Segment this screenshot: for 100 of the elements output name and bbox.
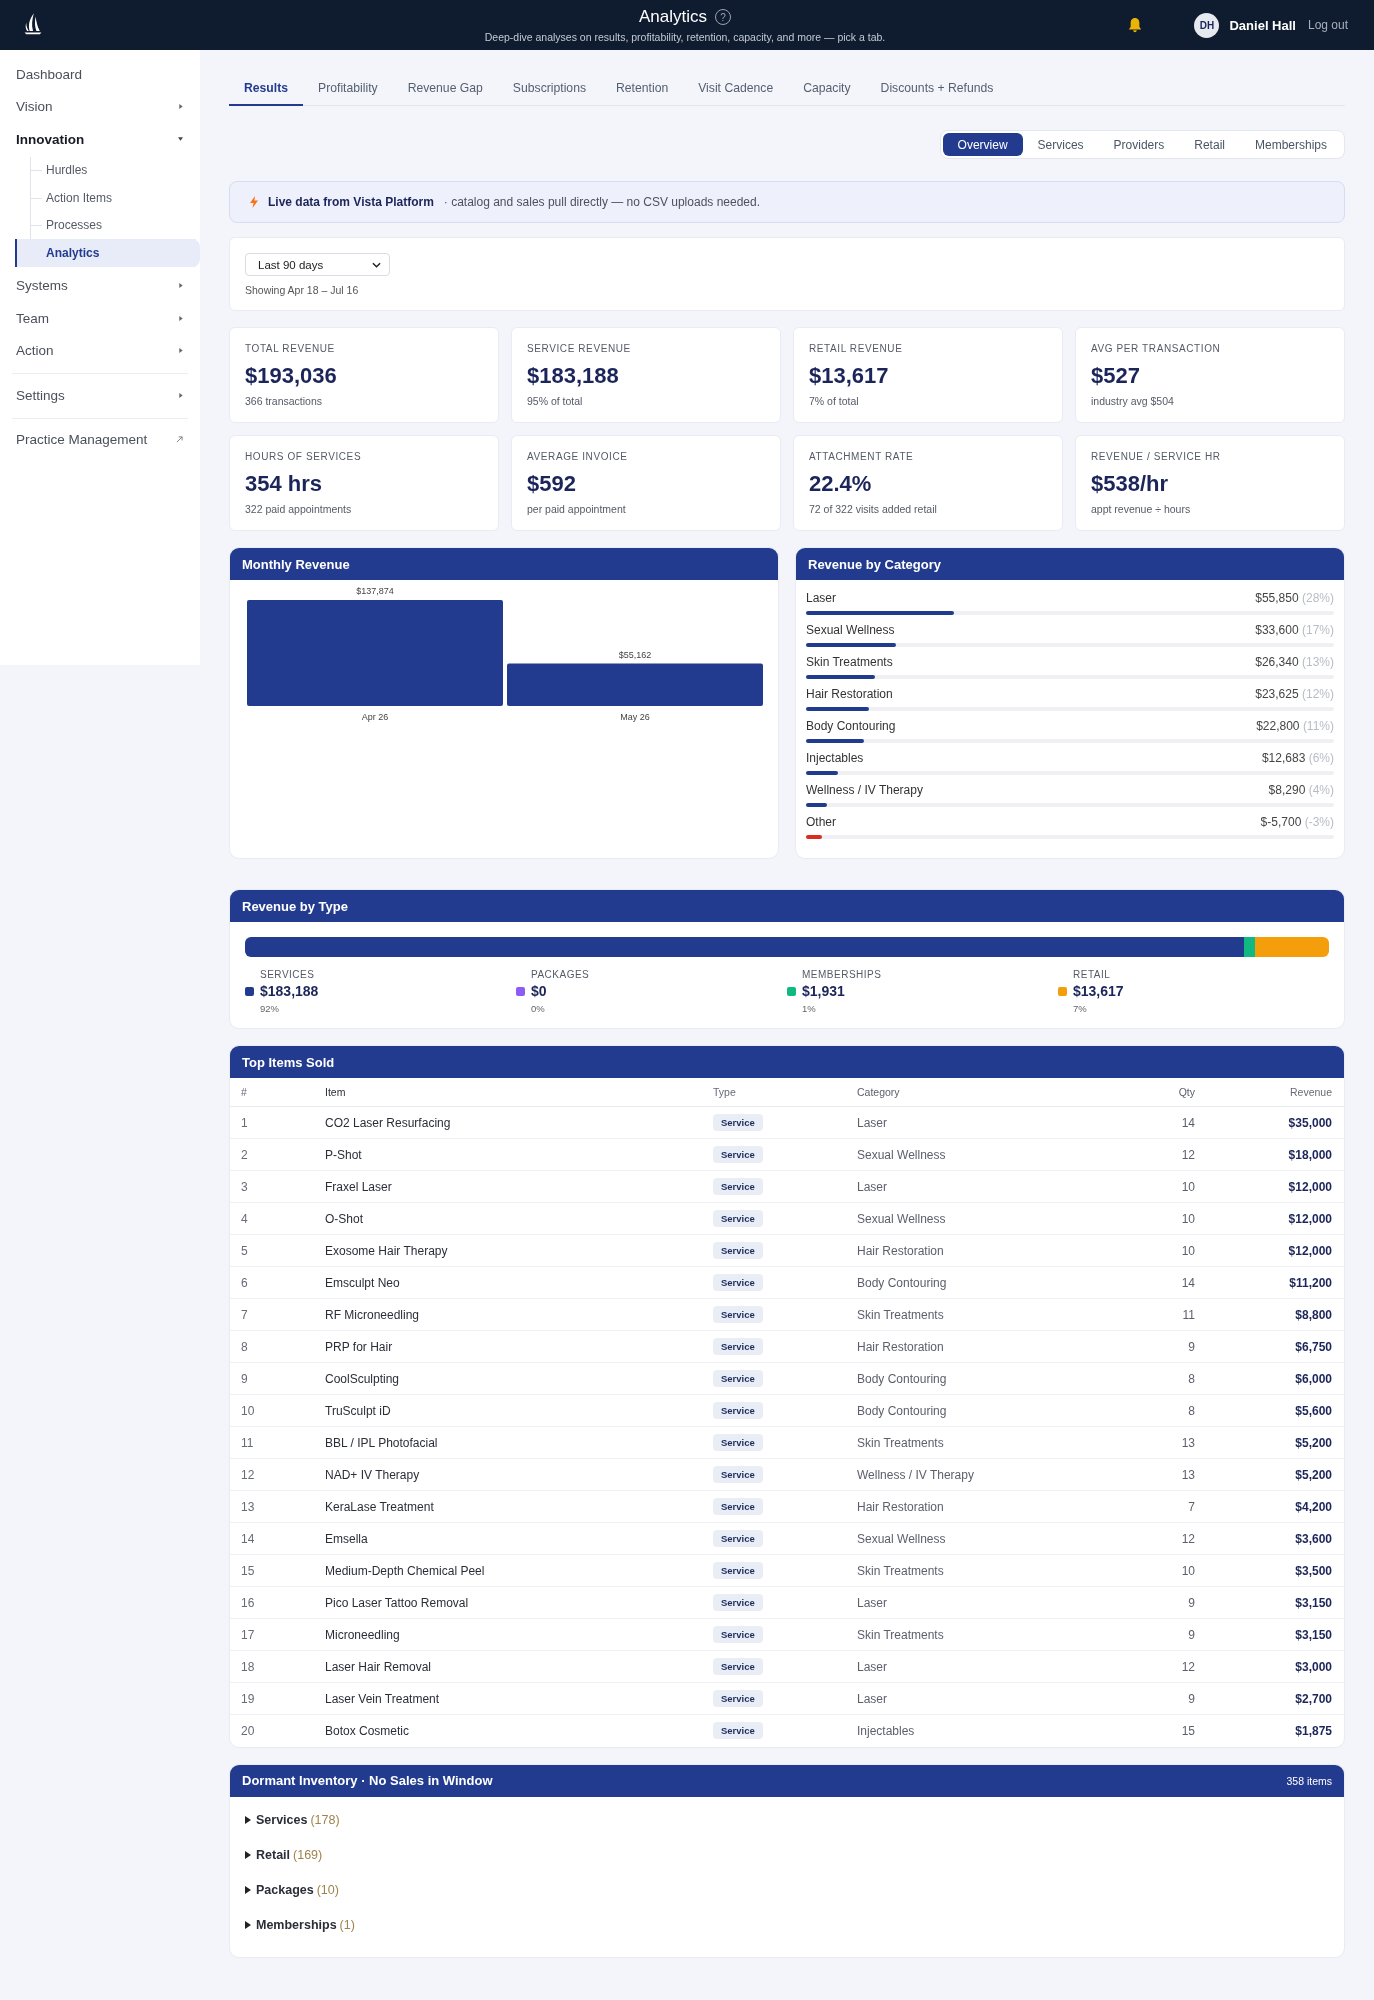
tab[interactable]: Results <box>229 72 304 106</box>
sidebar-item[interactable]: Action <box>0 334 200 367</box>
sidebar-item[interactable]: Vision <box>0 90 200 123</box>
row-number: 13 <box>241 1499 255 1514</box>
category-name: Body Contouring <box>857 1403 947 1418</box>
item-name: KeraLase Treatment <box>325 1499 434 1514</box>
revenue-amount: $5,600 <box>1295 1403 1332 1418</box>
tab[interactable]: Visit Cadence <box>683 72 789 106</box>
quantity: 7 <box>1188 1499 1195 1514</box>
type-tag: Service <box>713 1498 763 1515</box>
sidebar-subitem[interactable]: Hurdles <box>15 156 200 184</box>
type-tag: Service <box>713 1210 763 1227</box>
category-name: Skin Treatments <box>806 654 893 670</box>
type-share: 1% <box>801 1003 817 1014</box>
view-tab[interactable]: Retail <box>1179 133 1240 156</box>
tab[interactable]: Capacity <box>788 72 866 106</box>
category-amount: $8,290 <box>1268 783 1306 797</box>
row-number: 14 <box>241 1531 255 1546</box>
sidebar-item[interactable]: Team <box>0 302 200 335</box>
quantity: 14 <box>1181 1275 1195 1290</box>
kpi-value: $592 <box>527 471 577 497</box>
item-name: Exosome Hair Therapy <box>325 1243 448 1258</box>
view-tab[interactable]: Memberships <box>1239 133 1342 156</box>
row-number: 4 <box>241 1211 248 1226</box>
kpi-note: 72 of 322 visits added retail <box>809 503 938 515</box>
tab[interactable]: Revenue Gap <box>392 72 498 106</box>
kpi-note: 7% of total <box>809 395 860 407</box>
month-label: May 26 <box>620 712 650 722</box>
dormant-group[interactable]: Packages (10) <box>245 1872 339 1908</box>
category-share: (17%) <box>1302 623 1334 637</box>
category-name: Hair Restoration <box>857 1243 944 1258</box>
sidebar-subitem[interactable]: Analytics <box>15 239 200 267</box>
row-number: 15 <box>241 1563 255 1578</box>
category-share: (6%) <box>1308 751 1334 765</box>
user-avatar[interactable]: DH <box>1194 12 1220 38</box>
quantity: 15 <box>1181 1723 1195 1738</box>
tab[interactable]: Subscriptions <box>497 72 602 106</box>
sidebar-item[interactable]: Dashboard <box>0 58 200 91</box>
category-amount: $-5,700 <box>1260 815 1302 829</box>
item-name: CoolSculpting <box>325 1371 400 1386</box>
category-name: Wellness / IV Therapy <box>806 782 923 798</box>
kpi-note: 95% of total <box>527 395 584 407</box>
item-name: Laser Hair Removal <box>325 1659 432 1674</box>
revenue-amount: $12,000 <box>1288 1211 1332 1226</box>
dormant-group[interactable]: Retail (169) <box>245 1837 323 1873</box>
external-link-icon <box>176 436 183 444</box>
kpi-value: $183,188 <box>527 363 620 389</box>
sidebar-item[interactable]: Settings <box>0 379 200 412</box>
category-amount: $23,625 <box>1255 687 1299 701</box>
type-share: 0% <box>530 1003 546 1014</box>
quantity: 10 <box>1181 1563 1195 1578</box>
item-name: Emsculpt Neo <box>325 1275 400 1290</box>
type-amount: $0 <box>531 983 547 999</box>
bell-icon[interactable] <box>1128 17 1143 33</box>
banner-title: Live data from Vista Platform <box>268 195 434 209</box>
type-label: RETAIL <box>1072 969 1112 980</box>
sidebar-subitem[interactable]: Action Items <box>15 184 200 212</box>
period-select[interactable]: Last 90 days <box>245 253 390 276</box>
view-tab[interactable]: Services <box>1022 133 1099 156</box>
category-name: Wellness / IV Therapy <box>857 1467 974 1482</box>
dormant-group[interactable]: Services (178) <box>245 1802 340 1838</box>
item-name: Laser Vein Treatment <box>325 1691 440 1706</box>
category-amount: $12,683 <box>1261 751 1306 765</box>
type-tag: Service <box>713 1626 763 1643</box>
tab[interactable]: Retention <box>601 72 684 106</box>
dormant-group[interactable]: Memberships (1) <box>245 1907 355 1943</box>
category-name: Injectables <box>857 1723 915 1738</box>
category-name: Skin Treatments <box>857 1563 944 1578</box>
panel-title: Revenue by Category <box>808 556 941 572</box>
month-label: Apr 26 <box>361 712 389 722</box>
type-tag: Service <box>713 1658 763 1675</box>
category-share: (13%) <box>1302 655 1334 669</box>
tab[interactable]: Profitability <box>303 72 393 106</box>
revenue-amount: $5,200 <box>1295 1467 1332 1482</box>
revenue-amount: $3,150 <box>1295 1595 1332 1610</box>
column-header: # <box>241 1086 247 1098</box>
kpi-note: per paid appointment <box>527 503 627 515</box>
tab[interactable]: Discounts + Refunds <box>865 72 1009 106</box>
logout-link[interactable]: Log out <box>1307 18 1348 32</box>
item-name: CO2 Laser Resurfacing <box>325 1115 451 1130</box>
column-header: Item <box>325 1086 346 1098</box>
item-name: Microneedling <box>325 1627 400 1642</box>
revenue-amount: $12,000 <box>1288 1179 1332 1194</box>
panel-title: Revenue by Type <box>242 898 348 914</box>
kpi-label: HOURS OF SERVICES <box>245 451 363 462</box>
view-tab[interactable]: Overview <box>942 133 1023 156</box>
row-number: 8 <box>241 1339 248 1354</box>
sidebar-item[interactable]: Systems <box>0 269 200 302</box>
sidebar-item[interactable]: Practice Management <box>0 423 200 456</box>
revenue-amount: $6,000 <box>1295 1371 1332 1386</box>
category-name: Body Contouring <box>806 718 896 734</box>
quantity: 14 <box>1181 1115 1195 1130</box>
kpi-label: TOTAL REVENUE <box>245 343 336 354</box>
kpi-label: AVG PER TRANSACTION <box>1091 343 1222 354</box>
category-name: Sexual Wellness <box>806 622 895 638</box>
type-tag: Service <box>713 1178 763 1195</box>
type-label: MEMBERSHIPS <box>801 969 883 980</box>
view-tab[interactable]: Providers <box>1098 133 1180 156</box>
sidebar-subitem[interactable]: Processes <box>15 211 200 239</box>
sidebar-item[interactable]: Innovation <box>0 123 200 156</box>
